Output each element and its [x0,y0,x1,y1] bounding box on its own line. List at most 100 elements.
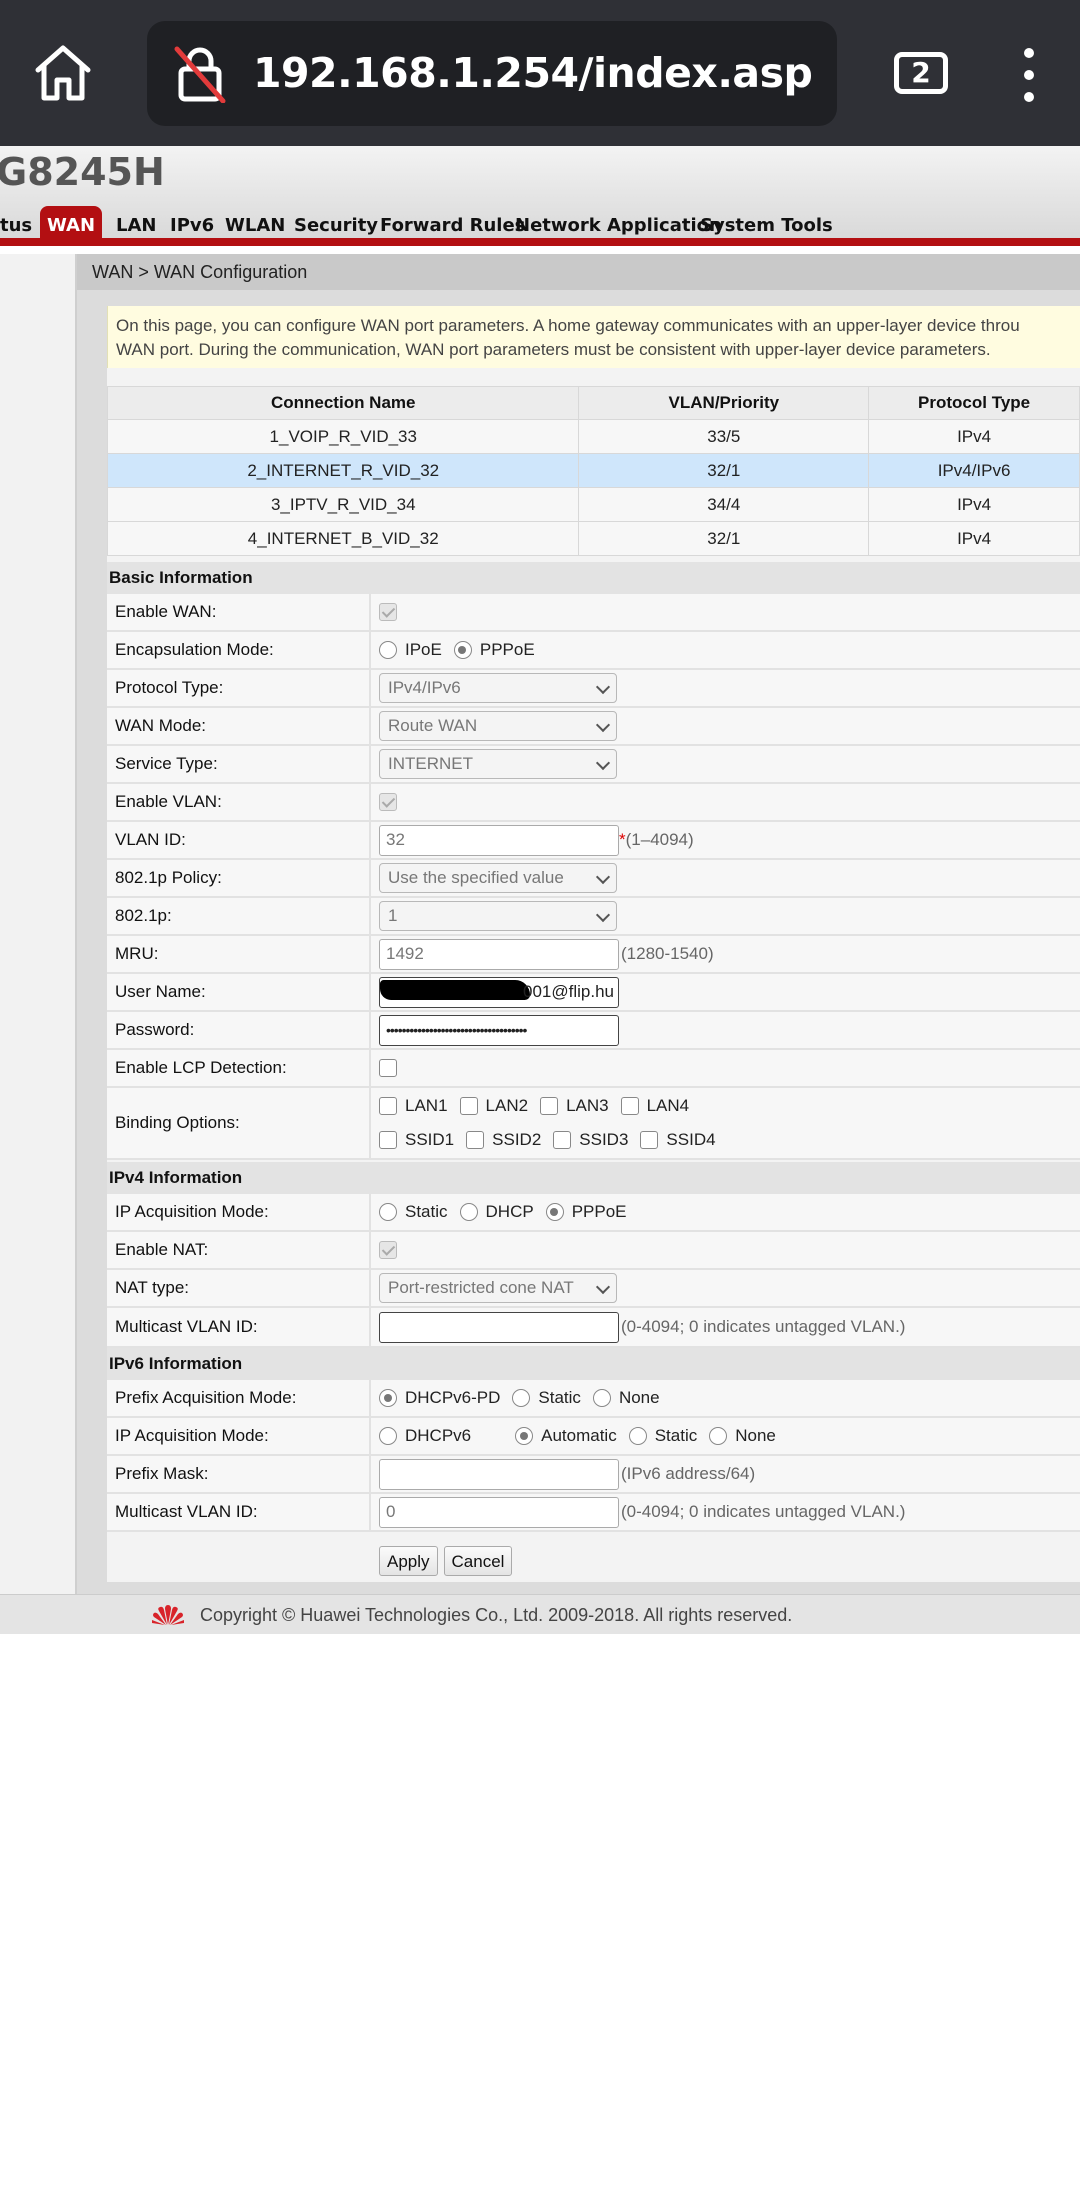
row-password: Password: ••••••••••••••••••••••••••••••… [107,1012,1080,1050]
table-row[interactable]: 1_VOIP_R_VID_33 33/5 IPv4 [106,419,1080,454]
column-header: Protocol Type [868,386,1080,420]
row-8021p-policy: 802.1p Policy: Use the specified value [107,860,1080,898]
bind-ssid4-checkbox[interactable] [640,1131,659,1149]
ipv4-static-radio[interactable] [379,1203,397,1221]
chevron-down-icon [595,1279,611,1295]
router-header: G8245H tus WAN LAN IPv6 WLAN Security Fo… [0,146,1080,246]
nav-lan[interactable]: LAN [116,206,156,246]
bind-lan3-checkbox[interactable] [540,1097,559,1115]
wan-connection-table: Connection Name VLAN/Priority Protocol T… [106,386,1080,556]
mru-input[interactable]: 1492 [379,938,619,970]
row-mru: MRU: 1492 (1280-1540) [107,936,1080,974]
row-service-type: Service Type: INTERNET [107,746,1080,784]
bind-ssid2-checkbox[interactable] [466,1131,485,1149]
row-prefix-acquisition: Prefix Acquisition Mode: DHCPv6-PD Stati… [107,1380,1080,1418]
wan-mode-select[interactable]: Route WAN [379,711,617,741]
pppoe-radio[interactable] [453,641,472,659]
form-actions: Apply Cancel [379,1546,518,1576]
row-ipv6-acquisition: IP Acquisition Mode: DHCPv6 Automatic St… [107,1418,1080,1456]
nav-network-application[interactable]: Network Application [515,206,722,246]
row-enable-nat: Enable NAT: [107,1232,1080,1270]
apply-button[interactable]: Apply [379,1546,438,1576]
enable-vlan-checkbox[interactable] [379,793,397,811]
table-row-selected[interactable]: 2_INTERNET_R_VID_32 32/1 IPv4/IPv6 [106,453,1080,488]
bind-lan1-checkbox[interactable] [379,1097,397,1115]
row-prefix-mask: Prefix Mask: (IPv6 address/64) [107,1456,1080,1494]
address-bar[interactable]: 192.168.1.254/index.asp [147,21,837,126]
prefix-none-radio[interactable] [592,1389,611,1407]
password-input[interactable]: •••••••••••••••••••••••••••••••••••• [379,1014,619,1046]
bind-lan4-checkbox[interactable] [620,1097,639,1115]
chevron-down-icon [595,679,611,695]
row-8021p: 802.1p: 1 [107,898,1080,936]
tab-switcher-button[interactable]: 2 [894,52,948,94]
section-ipv4-information: IPv4 Information [107,1162,1080,1194]
model-title: G8245H [0,150,165,194]
browser-toolbar: 192.168.1.254/index.asp 2 [0,0,1080,146]
chevron-down-icon [595,717,611,733]
enable-nat-checkbox[interactable] [379,1241,397,1259]
section-basic-information: Basic Information [107,562,1080,594]
row-binding-options: Binding Options: LAN1 LAN2 LAN3 LAN4 SSI… [107,1088,1080,1160]
enable-wan-checkbox[interactable] [379,603,397,621]
protocol-type-select[interactable]: IPv4/IPv6 [379,673,617,703]
ipoe-radio[interactable] [379,641,397,659]
ipv4-dhcp-radio[interactable] [459,1203,478,1221]
vlan-id-input[interactable]: 32 [379,824,619,856]
row-nat-type: NAT type: Port-restricted cone NAT [107,1270,1080,1308]
nav-wlan[interactable]: WLAN [225,206,285,246]
ipv4-pppoe-radio[interactable] [545,1203,564,1221]
nav-ipv6[interactable]: IPv6 [170,206,214,246]
nav-forward-rules[interactable]: Forward Rules [380,206,525,246]
table-row[interactable]: 3_IPTV_R_VID_34 34/4 IPv4 [106,487,1080,522]
8021p-policy-select[interactable]: Use the specified value [379,863,617,893]
home-icon[interactable] [30,40,96,106]
user-name-input[interactable]: 001@flip.hu [379,976,619,1008]
ipv6-static-radio[interactable] [628,1427,647,1445]
redaction-mark [380,979,530,1000]
nav-security[interactable]: Security [294,206,378,246]
row-enable-lcp: Enable LCP Detection: [107,1050,1080,1088]
chevron-down-icon [595,755,611,771]
nat-type-select[interactable]: Port-restricted cone NAT [379,1273,617,1303]
nav-status[interactable]: tus [0,206,32,246]
table-row[interactable]: 4_INTERNET_B_VID_32 32/1 IPv4 [106,521,1080,556]
row-enable-wan: Enable WAN: [107,594,1080,632]
url-text[interactable]: 192.168.1.254/index.asp [253,21,813,126]
ipv6-none-radio[interactable] [709,1427,728,1445]
row-protocol-type: Protocol Type: IPv4/IPv6 [107,670,1080,708]
copyright-text: Copyright © Huawei Technologies Co., Ltd… [200,1605,793,1625]
cancel-button[interactable]: Cancel [443,1546,513,1576]
nav-system-tools[interactable]: System Tools [700,206,833,246]
prefix-static-radio[interactable] [512,1389,531,1407]
prefix-mask-input[interactable] [379,1458,619,1490]
page-footer: Copyright © Huawei Technologies Co., Ltd… [0,1594,1080,1634]
left-sidebar [0,254,77,1594]
browser-menu-icon[interactable] [1022,48,1036,102]
row-encapsulation-mode: Encapsulation Mode: IPoE PPPoE [107,632,1080,670]
nav-wan[interactable]: WAN [40,206,102,246]
bind-ssid3-checkbox[interactable] [553,1131,572,1149]
service-type-select[interactable]: INTERNET [379,749,617,779]
ipv6-automatic-radio[interactable] [515,1427,534,1445]
bind-lan2-checkbox[interactable] [459,1097,478,1115]
column-header: VLAN/Priority [578,386,870,420]
insecure-lock-icon[interactable] [173,45,227,103]
column-header: Connection Name [106,386,580,420]
ipv4-multicast-vlan-input[interactable] [379,1311,619,1343]
row-ipv6-multicast-vlan: Multicast VLAN ID: 0 (0-4094; 0 indicate… [107,1494,1080,1532]
8021p-select[interactable]: 1 [379,901,617,931]
wan-panel: On this page, you can configure WAN port… [106,306,1080,1582]
enable-lcp-checkbox[interactable] [379,1059,397,1077]
ipv6-multicast-vlan-input[interactable]: 0 [379,1496,619,1528]
breadcrumb: WAN > WAN Configuration [77,254,1080,290]
row-ipv4-multicast-vlan: Multicast VLAN ID: (0-4094; 0 indicates … [107,1308,1080,1348]
row-enable-vlan: Enable VLAN: [107,784,1080,822]
row-user-name: User Name: 001@flip.hu [107,974,1080,1012]
prefix-dhcpv6pd-radio[interactable] [379,1389,397,1407]
ipv6-dhcpv6-radio[interactable] [379,1427,397,1445]
bind-ssid1-checkbox[interactable] [379,1131,397,1149]
row-ipv4-acquisition: IP Acquisition Mode: Static DHCP PPPoE [107,1194,1080,1232]
row-vlan-id: VLAN ID: 32 * (1–4094) [107,822,1080,860]
row-wan-mode: WAN Mode: Route WAN [107,708,1080,746]
